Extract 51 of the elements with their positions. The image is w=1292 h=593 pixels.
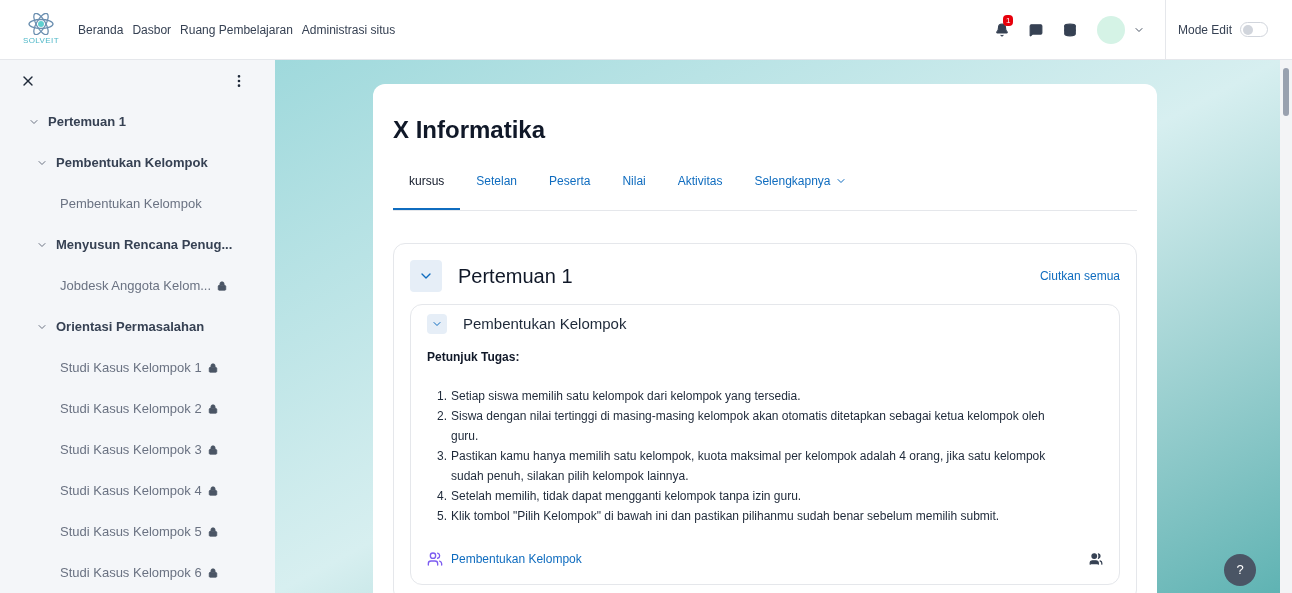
collapse-button[interactable] <box>427 314 447 335</box>
activity-link[interactable]: Jobdesk Anggota Kelom... <box>60 275 212 296</box>
group-icon <box>1089 551 1103 566</box>
course-tab[interactable]: Selengkapnya <box>738 164 863 210</box>
logo-text: SOLVEIT <box>23 34 59 47</box>
section-link[interactable]: Pertemuan 1 <box>48 111 127 132</box>
course-tab[interactable]: Setelan <box>460 164 534 210</box>
mode-edit-label: Mode Edit <box>1177 21 1232 39</box>
activity-link[interactable]: Studi Kasus Kelompok 2 <box>60 398 202 419</box>
activity-link[interactable]: Pembentukan Kelompok <box>451 549 582 568</box>
activity-link[interactable]: Studi Kasus Kelompok 6 <box>60 562 202 583</box>
users-icon <box>427 550 443 567</box>
nav-link[interactable]: Beranda <box>78 20 124 39</box>
step-number: 3. <box>436 447 447 465</box>
section-link[interactable]: Pembentukan Kelompok <box>56 152 208 173</box>
section-title: Pertemuan 1 <box>458 264 573 289</box>
step-text: Pastikan kamu hanya memilih satu kelompok, kuota maksimal per kelompok adalah 4 orang, jika satu kelompok sudah penuh, silakan pilih kelompok lainnya. <box>451 447 1047 485</box>
course-tab[interactable]: Aktivitas <box>661 164 739 210</box>
step-number: 4. <box>436 487 447 505</box>
bell-icon[interactable] <box>994 22 1009 37</box>
activity-link[interactable]: Studi Kasus Kelompok 1 <box>60 357 202 378</box>
step-number: 5. <box>436 507 447 525</box>
nav-link[interactable]: Dasbor <box>132 20 172 39</box>
activity-link[interactable]: Pembentukan Kelompok <box>60 193 202 214</box>
section-link[interactable]: Orientasi Permasalahan <box>56 316 205 337</box>
help-button[interactable]: ? <box>1224 554 1256 586</box>
atom-logo-icon <box>27 12 55 35</box>
subsection-title: Pembentukan Kelompok <box>463 314 627 334</box>
course-tab[interactable]: kursus <box>393 164 461 210</box>
course-tab[interactable]: Peserta <box>533 164 607 210</box>
notification-badge: 1 <box>1002 14 1014 26</box>
nav-link[interactable]: Ruang Pembelajaran <box>180 20 293 39</box>
section-link[interactable]: Menyusun Rencana Penug... <box>56 234 233 255</box>
course-title: X Informatika <box>393 115 547 145</box>
step-number: 2. <box>436 407 447 425</box>
collapse-all-link[interactable]: Ciutkan semua <box>1039 267 1120 285</box>
nav-link[interactable]: Administrasi situs <box>301 20 396 39</box>
step-number: 1. <box>436 387 447 405</box>
course-tab[interactable]: Nilai <box>606 164 662 210</box>
activity-link[interactable]: Studi Kasus Kelompok 5 <box>60 521 202 542</box>
user-avatar[interactable] <box>1096 15 1125 44</box>
step-text: Setiap siswa memilih satu kelompok dari kelompok yang tersedia. <box>451 387 802 405</box>
instructions-heading: Petunjuk Tugas: <box>427 348 521 366</box>
step-text: Siswa dengan nilai tertinggi di masing-masing kelompok akan otomatis ditetapkan sebagai ketua kelompok oleh guru. <box>451 407 1046 445</box>
message-icon[interactable] <box>1028 22 1043 37</box>
activity-link[interactable]: Studi Kasus Kelompok 4 <box>60 480 202 501</box>
activity-link[interactable]: Studi Kasus Kelompok 3 <box>60 439 202 460</box>
collapse-button[interactable] <box>410 260 442 292</box>
step-text: Setelah memilih, tidak dapat mengganti kelompok tanpa izin guru. <box>451 487 803 505</box>
mode-edit-switch[interactable] <box>1240 22 1268 37</box>
step-text: Klik tombol "Pilih Kelompok" di bawah ini dan pastikan pilihanmu sudah benar sebelum memilih submit. <box>451 507 1001 525</box>
